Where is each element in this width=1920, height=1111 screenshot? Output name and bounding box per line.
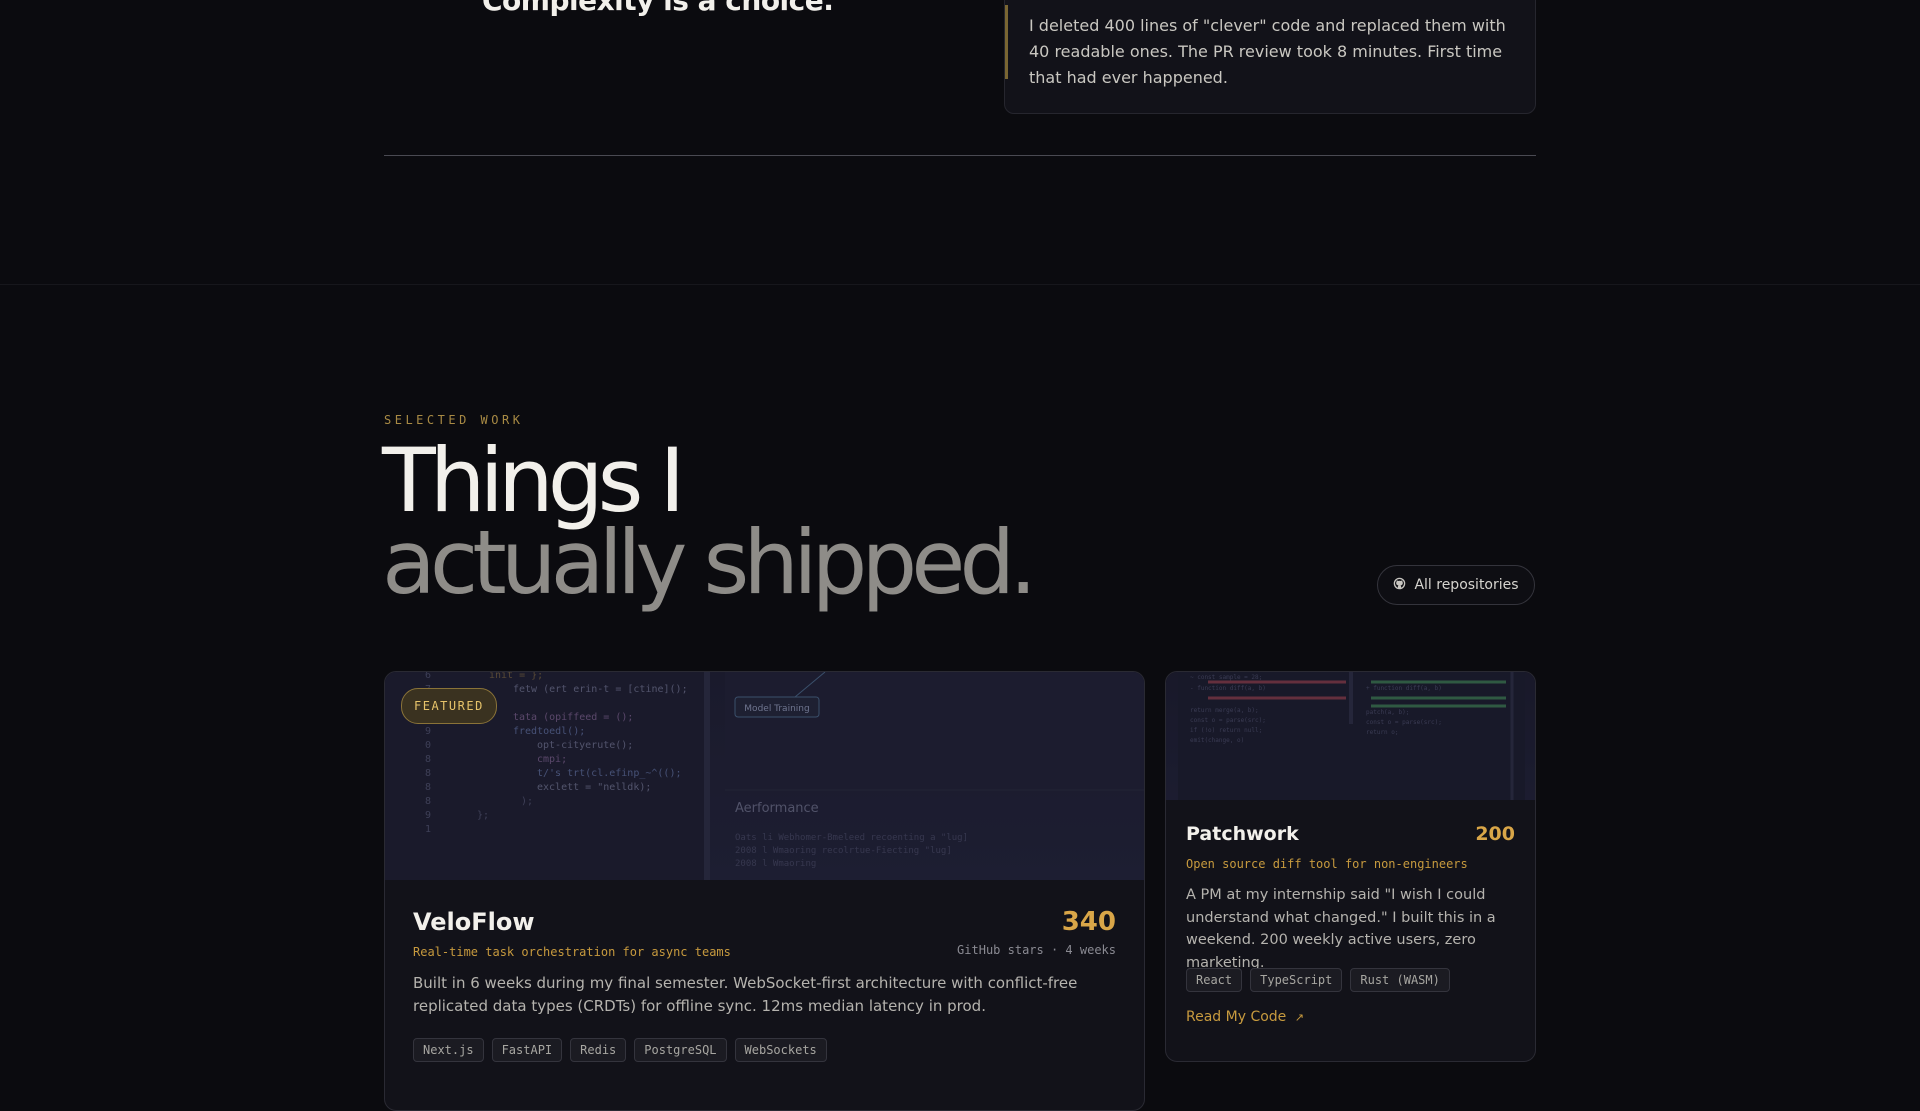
- project-title[interactable]: VeloFlow: [413, 908, 535, 936]
- tag: Next.js: [413, 1038, 484, 1062]
- tag-list: React TypeScript Rust (WASM): [1186, 968, 1450, 992]
- tag: React: [1186, 968, 1243, 992]
- tag: PostgreSQL: [634, 1038, 727, 1062]
- lesson-quote: I deleted 400 lines of "clever" code and…: [1029, 16, 1506, 87]
- all-repositories-label: All repositories: [1414, 577, 1519, 593]
- project-tagline: Real-time task orchestration for async t…: [413, 945, 731, 959]
- tag: WebSockets: [734, 1038, 827, 1062]
- tag-list: Next.js FastAPI Redis PostgreSQL WebSock…: [413, 1038, 827, 1062]
- tag: TypeScript: [1250, 968, 1343, 992]
- github-stars-count: 200: [1475, 823, 1515, 845]
- project-tagline: Open source diff tool for non-engineers: [1186, 857, 1468, 871]
- project-description: A PM at my internship said "I wish I cou…: [1186, 887, 1496, 971]
- project-meta: GitHub stars · 4 weeks: [957, 943, 1116, 957]
- arrow-up-right-icon: ↗: [1294, 1011, 1304, 1024]
- tag: Redis: [570, 1038, 627, 1062]
- project-card-patchwork[interactable]: ~ const sample = 28; - function diff(a, …: [1165, 671, 1536, 1062]
- headline-line-2: actually shipped.: [382, 511, 1037, 614]
- quote-accent-bar: [1005, 5, 1008, 79]
- lesson-quote-card: I deleted 400 lines of "clever" code and…: [1004, 0, 1536, 114]
- project-title[interactable]: Patchwork: [1186, 823, 1299, 845]
- featured-badge: FEATURED: [401, 688, 497, 724]
- section-divider: [384, 155, 1536, 156]
- section-eyebrow: SELECTED WORK: [384, 413, 524, 427]
- github-stars-count: 340: [1061, 907, 1116, 937]
- section-headline: Things I actually shipped.: [382, 429, 1037, 614]
- project-description: Built in 6 weeks during my final semeste…: [413, 974, 1078, 1015]
- lesson-number: 04: [384, 0, 397, 3]
- tag: FastAPI: [491, 1038, 563, 1062]
- lesson-title: Complexity is a choice.: [482, 0, 834, 17]
- read-my-code-link[interactable]: Read My Code ↗: [1186, 1009, 1304, 1025]
- tag: Rust (WASM): [1350, 968, 1450, 992]
- read-my-code-label: Read My Code: [1186, 1009, 1287, 1025]
- headline-line-1: Things I: [382, 429, 685, 532]
- github-icon: [1393, 577, 1406, 594]
- project-preview-image: 6init = }; 7fetw (ert erin-t = [ctine]()…: [385, 672, 1144, 880]
- all-repositories-button[interactable]: All repositories: [1377, 565, 1535, 605]
- band-divider: [0, 284, 1920, 285]
- project-card-veloflow[interactable]: 6init = }; 7fetw (ert erin-t = [ctine]()…: [384, 671, 1145, 1111]
- project-preview-image: ~ const sample = 28; - function diff(a, …: [1166, 672, 1535, 800]
